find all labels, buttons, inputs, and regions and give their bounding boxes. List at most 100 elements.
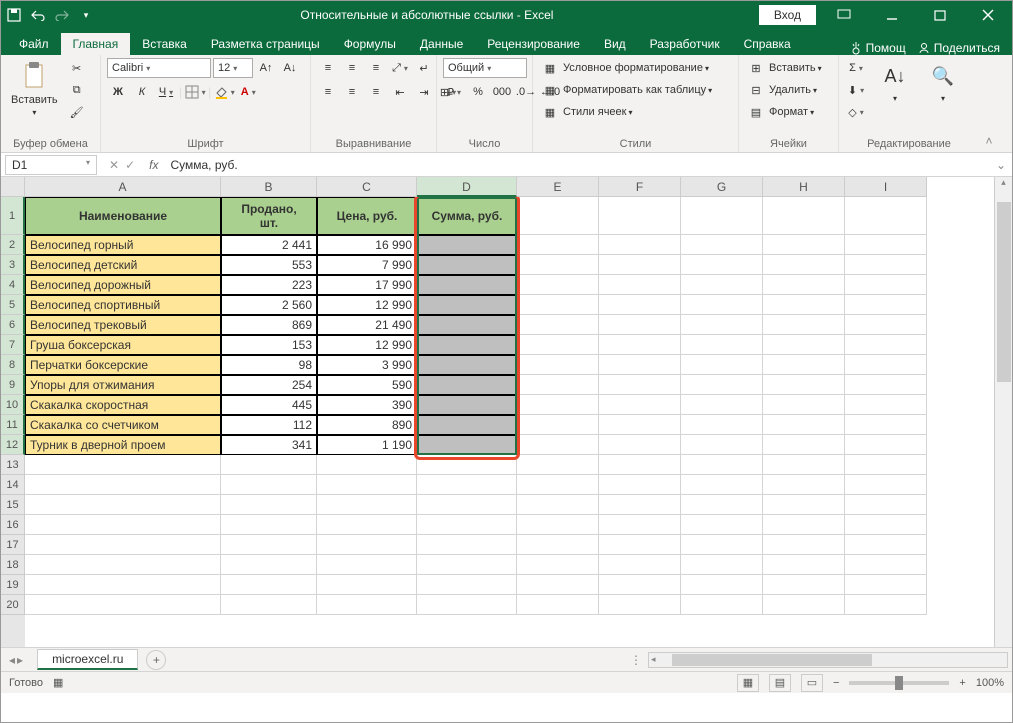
cell-F11[interactable]	[599, 415, 681, 435]
cell-D12[interactable]	[417, 435, 517, 455]
percent-icon[interactable]: %	[467, 82, 489, 102]
increase-font-icon[interactable]: A↑	[255, 58, 277, 78]
cell-D2[interactable]	[417, 235, 517, 255]
cell-C3[interactable]: 7 990	[317, 255, 417, 275]
align-right-icon[interactable]: ≡	[365, 82, 387, 102]
login-button[interactable]: Вход	[759, 5, 816, 25]
cell-E6[interactable]	[517, 315, 599, 335]
cell-I5[interactable]	[845, 295, 927, 315]
cell-D13[interactable]	[417, 455, 517, 475]
cell-E17[interactable]	[517, 535, 599, 555]
cell-C2[interactable]: 16 990	[317, 235, 417, 255]
format-cells-button[interactable]: ▤Формат▾	[745, 102, 814, 122]
col-header-F[interactable]: F	[599, 177, 681, 197]
cell-A17[interactable]	[25, 535, 221, 555]
cell-D6[interactable]	[417, 315, 517, 335]
cell-H19[interactable]	[763, 575, 845, 595]
cell-E4[interactable]	[517, 275, 599, 295]
zoom-out-icon[interactable]: −	[833, 677, 839, 689]
row-header-18[interactable]: 18	[1, 555, 25, 575]
accounting-icon[interactable]: ₽	[443, 82, 465, 102]
cell-E20[interactable]	[517, 595, 599, 615]
page-layout-view-icon[interactable]: ▤	[769, 674, 791, 692]
cell-E9[interactable]	[517, 375, 599, 395]
ribbon-tab-6[interactable]: Рецензирование	[475, 33, 592, 55]
cell-G18[interactable]	[681, 555, 763, 575]
cell-I7[interactable]	[845, 335, 927, 355]
cell-F18[interactable]	[599, 555, 681, 575]
ribbon-tab-5[interactable]: Данные	[408, 33, 475, 55]
cell-I14[interactable]	[845, 475, 927, 495]
align-left-icon[interactable]: ≡	[317, 82, 339, 102]
cell-C8[interactable]: 3 990	[317, 355, 417, 375]
ribbon-tab-2[interactable]: Вставка	[130, 33, 199, 55]
cell-E13[interactable]	[517, 455, 599, 475]
wrap-text-icon[interactable]: ↵	[413, 58, 435, 78]
name-box[interactable]: D1▾	[5, 155, 97, 175]
cell-B7[interactable]: 153	[221, 335, 317, 355]
col-header-I[interactable]: I	[845, 177, 927, 197]
cell-B12[interactable]: 341	[221, 435, 317, 455]
cell-B6[interactable]: 869	[221, 315, 317, 335]
cell-I9[interactable]	[845, 375, 927, 395]
cell-E18[interactable]	[517, 555, 599, 575]
cell-A10[interactable]: Скакалка скоростная	[25, 395, 221, 415]
cell-F4[interactable]	[599, 275, 681, 295]
cell-G14[interactable]	[681, 475, 763, 495]
cell-E19[interactable]	[517, 575, 599, 595]
cell-G12[interactable]	[681, 435, 763, 455]
cell-F3[interactable]	[599, 255, 681, 275]
cell-C18[interactable]	[317, 555, 417, 575]
orientation-icon[interactable]: ⤢	[389, 58, 411, 78]
cell-C5[interactable]: 12 990	[317, 295, 417, 315]
tab-scroll-left-icon[interactable]: ◂	[9, 653, 15, 667]
cell-G3[interactable]	[681, 255, 763, 275]
format-painter-icon[interactable]: 🖌	[66, 102, 88, 122]
row-header-16[interactable]: 16	[1, 515, 25, 535]
cell-H13[interactable]	[763, 455, 845, 475]
cell-I18[interactable]	[845, 555, 927, 575]
cell-B16[interactable]	[221, 515, 317, 535]
cell-B11[interactable]: 112	[221, 415, 317, 435]
font-size-combo[interactable]: 12	[213, 58, 253, 78]
align-top-icon[interactable]: ≡	[317, 58, 339, 78]
cell-C16[interactable]	[317, 515, 417, 535]
cell-A11[interactable]: Скакалка со счетчиком	[25, 415, 221, 435]
ribbon-tab-9[interactable]: Справка	[732, 33, 803, 55]
cell-H15[interactable]	[763, 495, 845, 515]
qat-customize-icon[interactable]: ▾	[77, 6, 95, 24]
cell-I16[interactable]	[845, 515, 927, 535]
cell-G10[interactable]	[681, 395, 763, 415]
row-header-17[interactable]: 17	[1, 535, 25, 555]
cell-H1[interactable]	[763, 197, 845, 235]
cell-E15[interactable]	[517, 495, 599, 515]
col-header-B[interactable]: B	[221, 177, 317, 197]
cell-C10[interactable]: 390	[317, 395, 417, 415]
cell-C4[interactable]: 17 990	[317, 275, 417, 295]
vertical-scrollbar[interactable]: ▴	[994, 177, 1012, 647]
cell-A19[interactable]	[25, 575, 221, 595]
autosum-icon[interactable]: Σ	[845, 58, 867, 78]
cell-F9[interactable]	[599, 375, 681, 395]
row-header-7[interactable]: 7	[1, 335, 25, 355]
cell-A16[interactable]	[25, 515, 221, 535]
cell-G5[interactable]	[681, 295, 763, 315]
cell-H11[interactable]	[763, 415, 845, 435]
row-header-14[interactable]: 14	[1, 475, 25, 495]
delete-cells-button[interactable]: ⊟Удалить▾	[745, 80, 817, 100]
insert-cells-button[interactable]: ⊞Вставить▾	[745, 58, 822, 78]
cell-B10[interactable]: 445	[221, 395, 317, 415]
col-header-E[interactable]: E	[517, 177, 599, 197]
ribbon-tab-3[interactable]: Разметка страницы	[199, 33, 332, 55]
cell-G19[interactable]	[681, 575, 763, 595]
cell-C13[interactable]	[317, 455, 417, 475]
cell-F5[interactable]	[599, 295, 681, 315]
cell-F12[interactable]	[599, 435, 681, 455]
cell-I4[interactable]	[845, 275, 927, 295]
paste-button[interactable]: Вставить ▾	[7, 58, 62, 119]
cell-B15[interactable]	[221, 495, 317, 515]
row-header-2[interactable]: 2	[1, 235, 25, 255]
cell-A9[interactable]: Упоры для отжимания	[25, 375, 221, 395]
cell-F2[interactable]	[599, 235, 681, 255]
cell-C14[interactable]	[317, 475, 417, 495]
